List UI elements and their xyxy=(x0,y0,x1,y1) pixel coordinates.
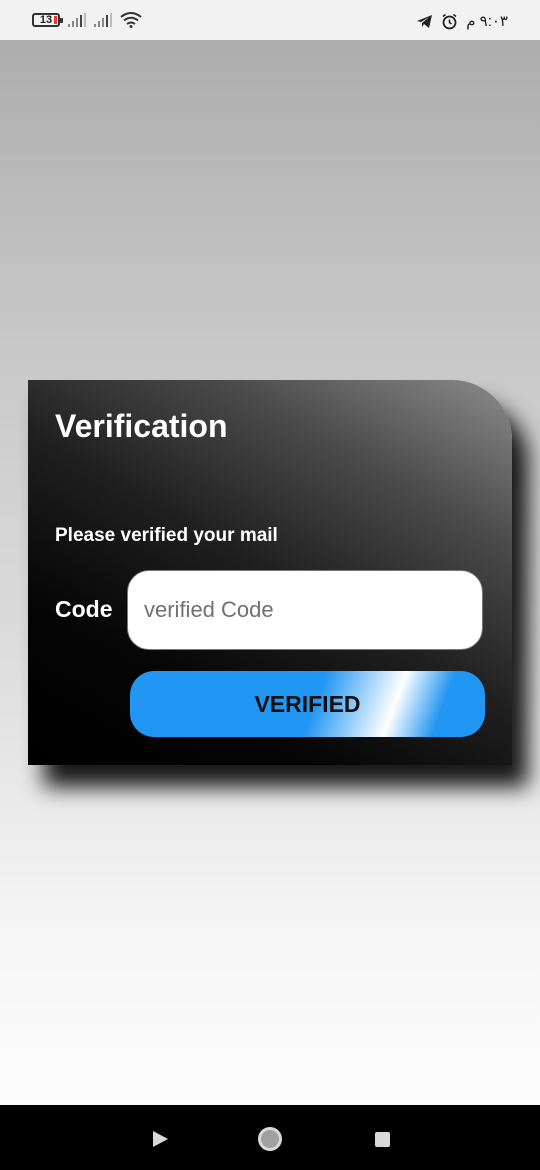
card-title: Verification xyxy=(55,408,228,444)
status-time: ٩:٠٣ م xyxy=(466,13,508,30)
signal-icon xyxy=(68,13,86,27)
status-right: ٩:٠٣ م xyxy=(416,12,508,30)
navigation-bar xyxy=(0,1105,540,1170)
verification-card: Verification Please verified your mail C… xyxy=(28,380,512,765)
home-icon[interactable] xyxy=(256,1125,284,1153)
signal-icon xyxy=(94,13,112,27)
verify-button[interactable]: VERIFIED xyxy=(130,671,485,737)
wifi-icon xyxy=(120,12,142,28)
verification-code-input[interactable] xyxy=(127,570,483,650)
alarm-icon xyxy=(442,13,457,29)
status-left: 13 xyxy=(32,12,142,28)
recents-icon[interactable] xyxy=(368,1125,396,1153)
back-icon[interactable] xyxy=(146,1125,174,1153)
battery-level: 13 xyxy=(39,14,53,26)
code-label: Code xyxy=(55,596,113,622)
battery-icon: 13 xyxy=(32,13,63,27)
telegram-icon xyxy=(417,14,433,28)
battery-low-indicator xyxy=(54,16,57,24)
status-bar: 13 ٩:٠٣ م xyxy=(0,0,540,40)
card-subtitle: Please verified your mail xyxy=(55,525,278,546)
